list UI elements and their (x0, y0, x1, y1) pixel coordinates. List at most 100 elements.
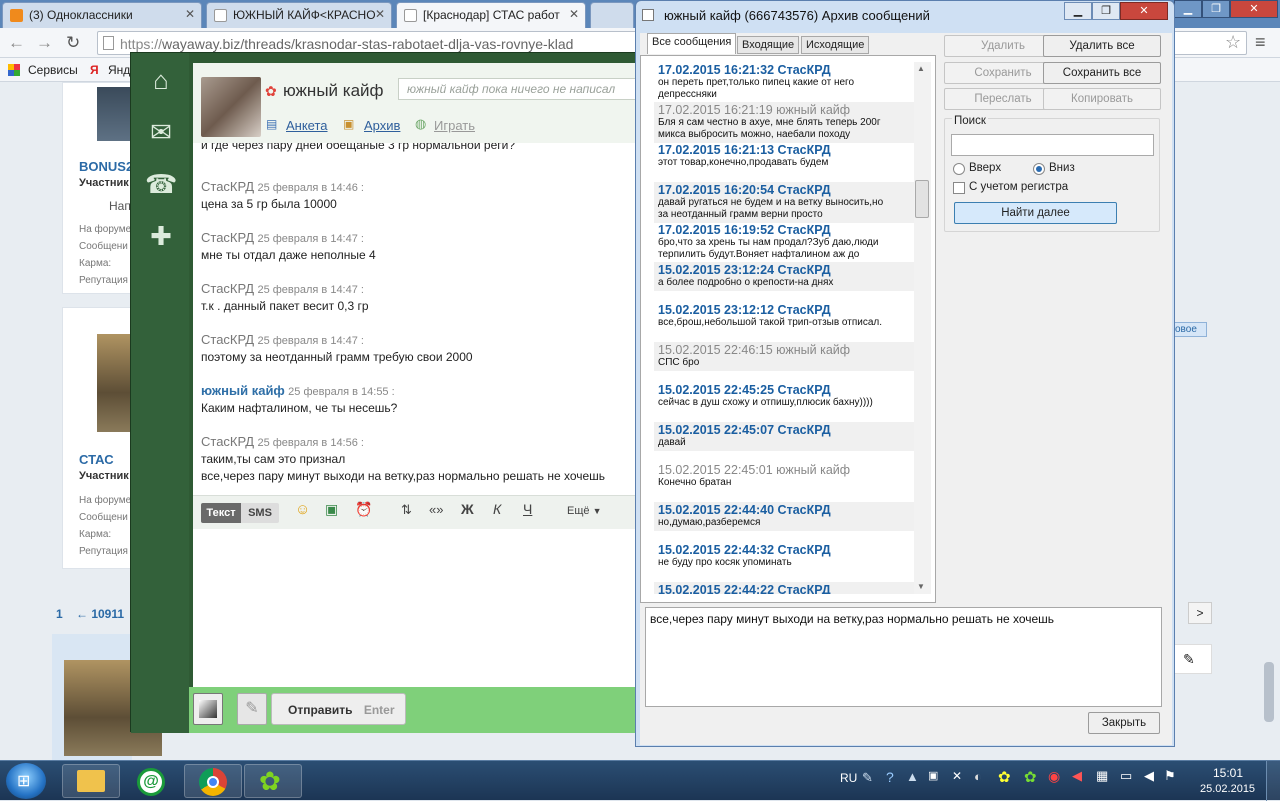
mode-sms-button[interactable]: SMS (241, 503, 279, 523)
battery-icon[interactable]: ▭ (1120, 768, 1132, 784)
volume-icon[interactable]: ◀ (1144, 768, 1154, 784)
save-all-button[interactable]: Сохранить все (1043, 62, 1161, 84)
minimize-icon[interactable]: ▁ (1064, 2, 1092, 20)
underline-button[interactable]: Ч (523, 501, 532, 517)
browser-tab-yuzhny[interactable]: ЮЖНЫЙ КАЙФ<КРАСНО ✕ (206, 2, 392, 28)
new-tab-button[interactable] (590, 2, 634, 28)
phone-icon[interactable]: ☎ (145, 169, 177, 201)
icq-tray-icon[interactable]: ✿ (1024, 768, 1037, 786)
page-scrollbar[interactable] (1264, 662, 1274, 722)
translit-icon[interactable]: ⇅ (401, 502, 412, 518)
message-input[interactable] (193, 529, 641, 687)
archive-entry[interactable]: 17.02.2015 16:19:52 СтасКРД бро,что за хр… (654, 222, 916, 263)
archive-entry[interactable]: 17.02.2015 16:21:13 СтасКРД этот товар,ко… (654, 142, 916, 171)
delete-all-button[interactable]: Удалить все (1043, 35, 1161, 57)
tray-app-icon[interactable]: ▣ (928, 769, 938, 782)
smiley-icon[interactable]: ☺ (295, 501, 310, 518)
bookmark-services[interactable]: Сервисы (28, 63, 78, 77)
close-icon[interactable]: ✕ (1230, 0, 1278, 18)
archive-entry[interactable]: 15.02.2015 22:45:07 СтасКРД давай (654, 422, 916, 451)
chat-icon[interactable]: ✉ (145, 117, 177, 149)
close-icon[interactable]: ✕ (1120, 2, 1168, 20)
pager-next-button[interactable]: > (1188, 602, 1212, 624)
bookmark-yandex[interactable]: Янд (108, 63, 130, 77)
forum-username[interactable]: BONUS2 (79, 159, 133, 174)
mail-app[interactable]: @ (122, 764, 180, 798)
profile-link[interactable]: Анкета (286, 118, 328, 133)
browser-tab-krasnodar[interactable]: [Краснодар] СТАС работ ✕ (396, 2, 586, 28)
write-button[interactable]: Нап (109, 199, 131, 213)
tab-incoming[interactable]: Входящие (737, 36, 800, 54)
tab-all-messages[interactable]: Все сообщения (647, 33, 737, 54)
network-icon[interactable]: ▦ (1096, 768, 1108, 784)
close-tab-icon[interactable]: ✕ (375, 7, 385, 21)
maximize-icon[interactable]: ❐ (1092, 2, 1120, 20)
clock-date[interactable]: 25.02.2015 (1200, 783, 1255, 795)
more-button[interactable]: Ещё ▼ (567, 505, 602, 517)
status-input[interactable]: южный кайф пока ничего не написал (398, 78, 638, 100)
search-input[interactable] (951, 134, 1154, 156)
explorer-app[interactable] (62, 764, 120, 798)
archive-entry[interactable]: 17.02.2015 16:21:19 южный кайф Бля я сам … (654, 102, 916, 143)
language-indicator[interactable]: RU (840, 771, 857, 785)
clock-time[interactable]: 15:01 (1213, 766, 1243, 780)
archive-entry[interactable]: 15.02.2015 23:12:24 СтасКРД а более подро… (654, 262, 916, 291)
tab-outgoing[interactable]: Исходящие (801, 36, 870, 54)
close-tab-icon[interactable]: ✕ (569, 7, 579, 21)
scroll-down-icon[interactable]: ▼ (917, 582, 925, 591)
help-icon[interactable]: ? (886, 769, 894, 785)
archive-entry[interactable]: 17.02.2015 16:20:54 СтасКРД давай ругатьс… (654, 182, 916, 223)
archive-link[interactable]: Архив (364, 118, 400, 133)
quotes-button[interactable]: «» (429, 502, 443, 517)
bookmark-star-icon[interactable]: ☆ (1225, 32, 1241, 53)
tray-expand-icon[interactable]: ▲ (906, 769, 919, 784)
tv-icon[interactable]: ▣ (325, 501, 338, 518)
menu-icon[interactable]: ≡ (1255, 32, 1266, 53)
user-avatar-button[interactable] (193, 693, 223, 725)
avatar[interactable] (201, 77, 261, 137)
tray-app-icon[interactable]: ✕ (952, 769, 962, 783)
reload-icon[interactable]: ↻ (66, 33, 80, 53)
archive-entry[interactable]: 15.02.2015 23:12:12 СтасКРД все,брош,небо… (654, 302, 916, 331)
radio-up[interactable] (953, 163, 965, 175)
maximize-icon[interactable]: ❐ (1202, 0, 1230, 18)
archive-entry[interactable]: 15.02.2015 22:44:32 СтасКРД не буду про к… (654, 542, 916, 571)
archive-entry[interactable]: 15.02.2015 22:46:15 южный кайф СПС бро (654, 342, 916, 371)
back-icon[interactable]: ← (8, 33, 25, 53)
copy-button[interactable]: Копировать (1043, 88, 1161, 110)
pager-prev[interactable]: ← 10911 (76, 607, 124, 621)
minimize-icon[interactable]: ▁ (1174, 0, 1202, 18)
find-next-button[interactable]: Найти далее (954, 202, 1117, 224)
close-button[interactable]: Закрыть (1088, 712, 1160, 734)
start-button[interactable]: ⊞ (6, 763, 46, 799)
match-case-checkbox[interactable] (953, 182, 965, 194)
send-button[interactable]: Отправить Enter (271, 693, 406, 725)
bold-button[interactable]: Ж (461, 501, 474, 517)
chrome-tray-icon[interactable]: ◉ (1048, 768, 1060, 785)
browser-tab-odnoklassniki[interactable]: (3) Одноклассники ✕ (2, 2, 202, 28)
pager-first[interactable]: 1 (56, 607, 63, 621)
archive-entry[interactable]: 15.02.2015 22:45:25 СтасКРД сейчас в душ … (654, 382, 916, 411)
gamepad-icon[interactable]: ✚ (145, 221, 177, 253)
scroll-thumb[interactable] (915, 180, 929, 218)
archive-entry[interactable]: 15.02.2015 22:44:40 СтасКРД но,думаю,разб… (654, 502, 916, 531)
scroll-up-icon[interactable]: ▲ (917, 64, 925, 73)
chrome-app[interactable] (184, 764, 242, 798)
archive-entry[interactable]: 15.02.2015 22:44:22 СтасКРД (654, 582, 916, 594)
alarm-icon[interactable]: ⏰ (355, 501, 372, 518)
forum-username[interactable]: СТАС (79, 452, 114, 467)
archive-entry[interactable]: 15.02.2015 22:45:01 южный кайф Конечно бр… (654, 462, 916, 491)
attach-button[interactable]: ✎ (237, 693, 267, 725)
bell-icon[interactable]: ◐ (974, 769, 982, 784)
tray-flower-icon[interactable]: ✿ (998, 768, 1011, 786)
close-tab-icon[interactable]: ✕ (185, 7, 195, 21)
home-icon[interactable]: ⌂ (145, 65, 177, 97)
play-link[interactable]: Играть (434, 118, 475, 133)
archive-message-preview[interactable]: все,через пару минут выходи на ветку,раз… (645, 607, 1162, 707)
italic-button[interactable]: К (493, 501, 501, 517)
mode-text-button[interactable]: Текст (201, 503, 241, 523)
keyboard-icon[interactable]: ✎ (862, 770, 873, 786)
icq-app[interactable]: ✿ (244, 764, 302, 798)
archive-scrollbar[interactable]: ▲ ▼ (914, 62, 931, 594)
speaker-icon[interactable]: ◀ (1072, 768, 1082, 784)
